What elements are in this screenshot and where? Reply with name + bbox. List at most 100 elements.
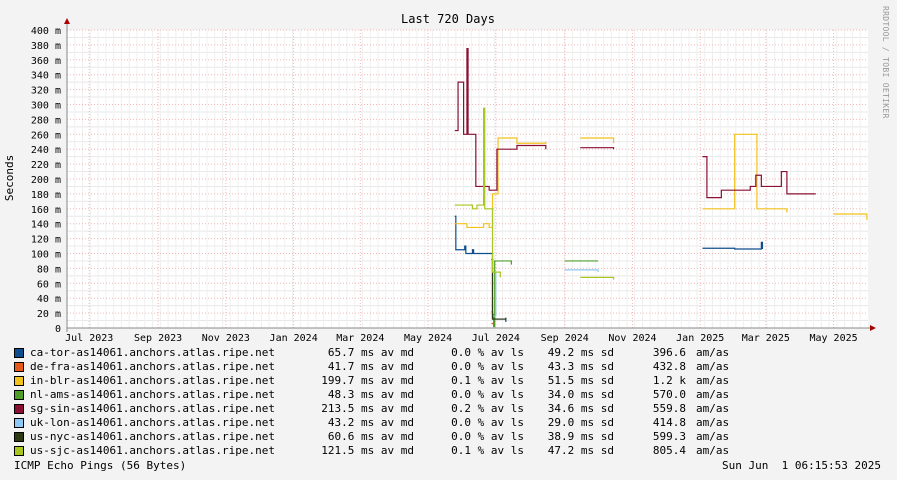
- legend-median: 199.7 ms av md: [321, 374, 414, 387]
- legend-name: nl-ams-as14061.anchors.atlas.ripe.net: [30, 388, 276, 401]
- legend-loss: 0.0 % av ls: [451, 388, 524, 401]
- legend-loss: 0.0 % av ls: [451, 430, 524, 443]
- legend-row: uk-lon-as14061.anchors.atlas.ripe.net 43.…: [14, 416, 756, 430]
- y-tick-label: 200 m: [31, 175, 61, 186]
- legend-unit: am/as: [696, 430, 730, 443]
- y-tick-label: 160 m: [31, 205, 61, 216]
- chart-title: Last 720 Days: [401, 12, 495, 26]
- y-tick-label: 180 m: [31, 190, 61, 201]
- legend-loss: 0.0 % av ls: [451, 346, 524, 359]
- x-tick-label: Jul 2024: [472, 333, 520, 344]
- legend-row: ca-tor-as14061.anchors.atlas.ripe.net 65.…: [14, 346, 756, 360]
- footer-timestamp: Sun Jun 1 06:15:53 2025: [722, 459, 881, 472]
- x-tick-label: Sep 2023: [134, 333, 182, 344]
- y-tick-label: 380 m: [31, 41, 61, 52]
- x-axis-arrow: [870, 325, 876, 331]
- legend-unit: am/as: [696, 416, 730, 429]
- legend-row: de-fra-as14061.anchors.atlas.ripe.net 41.…: [14, 360, 756, 374]
- legend-swatch: [14, 404, 24, 414]
- legend-max: 1.2 k: [652, 374, 686, 387]
- legend-loss: 0.1 % av ls: [451, 444, 524, 457]
- legend-swatch: [14, 376, 24, 386]
- legend-median: 43.2 ms av md: [327, 416, 414, 429]
- legend-row: us-sjc-as14061.anchors.atlas.ripe.net 121…: [14, 444, 756, 458]
- legend-name: us-nyc-as14061.anchors.atlas.ripe.net: [30, 430, 276, 443]
- legend-max: 559.8: [652, 402, 686, 415]
- y-axis-label: Seconds: [3, 155, 16, 201]
- legend-name: sg-sin-as14061.anchors.atlas.ripe.net: [30, 402, 276, 415]
- x-tick-label: Nov 2024: [608, 333, 656, 344]
- legend-stddev: 43.3 ms sd: [547, 360, 614, 373]
- legend-median: 213.5 ms av md: [321, 402, 414, 415]
- legend-swatch: [14, 432, 24, 442]
- y-tick-label: 120 m: [31, 235, 61, 246]
- y-tick-label: 80 m: [37, 264, 61, 275]
- y-tick-label: 280 m: [31, 115, 61, 126]
- legend-median: 60.6 ms av md: [327, 430, 414, 443]
- x-tick-label: Mar 2024: [336, 333, 384, 344]
- legend-unit: am/as: [696, 374, 730, 387]
- x-tick-label: Sep 2024: [541, 333, 589, 344]
- chart: Last 720 Days Seconds 0 20 m 40 m 60 m 80 m 1…: [3, 12, 876, 344]
- y-tick-label: 260 m: [31, 130, 61, 141]
- x-tick-label: Nov 2023: [202, 333, 250, 344]
- legend-row: us-nyc-as14061.anchors.atlas.ripe.net 60.…: [14, 430, 756, 444]
- x-tick-label: Jan 2024: [270, 333, 318, 344]
- legend-stddev: 51.5 ms sd: [547, 374, 614, 387]
- legend-swatch: [14, 446, 24, 456]
- y-tick-label: 360 m: [31, 56, 61, 67]
- legend-swatch: [14, 418, 24, 428]
- legend-unit: am/as: [696, 388, 730, 401]
- legend-median: 48.3 ms av md: [327, 388, 414, 401]
- legend-name: de-fra-as14061.anchors.atlas.ripe.net: [30, 360, 276, 373]
- legend-stddev: 34.6 ms sd: [547, 402, 614, 415]
- legend-row: sg-sin-as14061.anchors.atlas.ripe.net 213…: [14, 402, 756, 416]
- y-axis-arrow: [64, 18, 70, 24]
- legend-name: ca-tor-as14061.anchors.atlas.ripe.net: [30, 346, 276, 359]
- y-tick-label: 60 m: [37, 279, 61, 290]
- legend-max: 805.4: [652, 444, 686, 457]
- legend-max: 570.0: [652, 388, 686, 401]
- legend-row: nl-ams-as14061.anchors.atlas.ripe.net 48.…: [14, 388, 756, 402]
- y-tick-label: 100 m: [31, 250, 61, 261]
- y-tick-label: 300 m: [31, 101, 61, 112]
- x-tick-label: Jul 2023: [65, 333, 113, 344]
- legend-stddev: 29.0 ms sd: [547, 416, 614, 429]
- legend-name: us-sjc-as14061.anchors.atlas.ripe.net: [30, 444, 276, 457]
- legend-loss: 0.0 % av ls: [451, 416, 524, 429]
- legend-max: 432.8: [652, 360, 686, 373]
- legend-stddev: 49.2 ms sd: [547, 346, 614, 359]
- legend-max: 599.3: [652, 430, 686, 443]
- y-tick-label: 0: [55, 324, 61, 335]
- y-tick-label: 320 m: [31, 86, 61, 97]
- y-tick-label: 220 m: [31, 160, 61, 171]
- legend-swatch: [14, 390, 24, 400]
- y-tick-label: 20 m: [37, 309, 61, 320]
- legend-unit: am/as: [696, 360, 730, 373]
- legend-stddev: 34.0 ms sd: [547, 388, 614, 401]
- legend-name: in-blr-as14061.anchors.atlas.ripe.net: [30, 374, 276, 387]
- watermark: RRDTOOL / TOBI OETIKER: [881, 6, 890, 119]
- legend-stddev: 47.2 ms sd: [547, 444, 614, 457]
- legend-unit: am/as: [696, 346, 730, 359]
- legend-median: 121.5 ms av md: [321, 444, 414, 457]
- x-tick-label: May 2024: [404, 333, 452, 344]
- y-tick-label: 400 m: [31, 26, 61, 37]
- legend-median: 65.7 ms av md: [327, 346, 414, 359]
- legend-median: 41.7 ms av md: [327, 360, 414, 373]
- y-tick-label: 40 m: [37, 294, 61, 305]
- y-tick-label: 240 m: [31, 145, 61, 156]
- legend-swatch: [14, 348, 24, 358]
- legend: ca-tor-as14061.anchors.atlas.ripe.net 65.…: [14, 346, 756, 458]
- legend-unit: am/as: [696, 444, 730, 457]
- x-tick-label: Mar 2025: [742, 333, 790, 344]
- legend-stddev: 38.9 ms sd: [547, 430, 614, 443]
- footer-caption: ICMP Echo Pings (56 Bytes): [14, 459, 187, 472]
- legend-swatch: [14, 362, 24, 372]
- x-tick-label: May 2025: [809, 333, 857, 344]
- x-tick-label: Jan 2025: [676, 333, 724, 344]
- legend-loss: 0.0 % av ls: [451, 360, 524, 373]
- legend-loss: 0.1 % av ls: [451, 374, 524, 387]
- y-tick-label: 140 m: [31, 220, 61, 231]
- legend-max: 414.8: [652, 416, 686, 429]
